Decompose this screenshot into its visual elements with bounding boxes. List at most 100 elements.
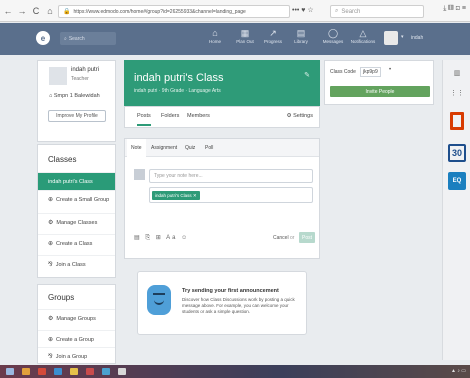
nav-library[interactable]: ▤ Library <box>286 28 316 44</box>
page-actions[interactable]: ••• ♥ ☆ <box>292 6 314 14</box>
tab-folders[interactable]: Folders <box>161 113 179 119</box>
manage-groups-label: Manage Groups <box>56 315 96 322</box>
recipient-field[interactable]: indah putri's Class ✕ <box>149 187 313 203</box>
profile-avatar[interactable] <box>49 67 67 85</box>
class-item-indah[interactable]: indah putri's Class <box>38 172 115 190</box>
user-avatar[interactable] <box>384 31 398 45</box>
home-icon: ⌂ <box>212 28 218 38</box>
cancel-button[interactable]: Cancel <box>273 235 289 241</box>
manage-classes-label: Manage Classes <box>56 219 98 226</box>
calendar-icon[interactable]: 30 <box>448 144 466 162</box>
composer-tools[interactable]: ▤ ⎘ ⊞ Aa ☺ <box>134 234 189 242</box>
create-small-group-link[interactable]: ⊕ Create a Small Group <box>38 190 115 208</box>
search-icon: ⌕ <box>64 35 67 42</box>
nav-notifications-label: Notifications <box>350 39 376 44</box>
join-class-link[interactable]: ⅋ Join a Class <box>38 255 115 273</box>
plus-circle-icon: ⊕ <box>48 197 54 203</box>
tab-posts[interactable]: Posts <box>137 113 151 126</box>
lock-icon: 🔒 <box>63 9 71 15</box>
address-bar[interactable]: 🔒 https://www.edmodo.com/home#/group?id=… <box>58 5 290 18</box>
word-icon[interactable] <box>102 368 110 375</box>
nav-notifications[interactable]: △ Notifications <box>348 28 378 44</box>
create-group-label: Create a Group <box>56 336 94 343</box>
top-navigation: e ⌕ Search ⌂ Home ▦ Plan Out ↗ Progress … <box>0 23 470 55</box>
explorer-icon[interactable] <box>22 368 30 375</box>
classes-panel: Classes indah putri's Class ⊕ Create a S… <box>37 144 116 278</box>
chevron-down-icon[interactable]: ▾ <box>401 34 404 40</box>
nav-user-name[interactable]: indah <box>411 35 423 41</box>
tab-note[interactable]: Note <box>127 139 146 157</box>
firefox-icon[interactable] <box>38 368 46 375</box>
library-icon: ▤ <box>296 28 306 38</box>
nav-home[interactable]: ⌂ Home <box>200 28 230 44</box>
post-button[interactable]: Post <box>299 232 315 243</box>
gear-icon: ⚙ <box>48 316 54 322</box>
nav-progress[interactable]: ↗ Progress <box>258 28 288 44</box>
class-code-label: Class Code <box>330 69 356 75</box>
join-group-link[interactable]: ⅋ Join a Group <box>38 347 115 365</box>
class-title: indah putri's Class <box>134 72 224 84</box>
groups-title: Groups <box>48 293 75 302</box>
nav-plan-label: Plan Out <box>236 39 254 44</box>
class-code-card: Class Code jkp9p9 • Invite People <box>324 60 434 105</box>
bubble-eyes <box>153 293 165 296</box>
progress-icon: ↗ <box>269 28 277 38</box>
nav-library-label: Library <box>294 39 308 44</box>
create-class-link[interactable]: ⊕ Create a Class <box>38 234 115 252</box>
quiz-icon[interactable]: EQ <box>448 172 466 190</box>
profile-school[interactable]: ⌂ Smpn 1 Balewidah <box>49 93 100 99</box>
app-icon[interactable] <box>86 368 94 375</box>
browser-search-placeholder: Search <box>341 8 361 15</box>
groups-panel: Groups ⚙ Manage Groups ⊕ Create a Group … <box>37 284 116 364</box>
profile-role: Teacher <box>71 76 89 82</box>
apps-icon[interactable]: ⋮⋮ <box>450 86 464 100</box>
manage-classes-link[interactable]: ⚙ Manage Classes <box>38 213 115 231</box>
chrome-icon[interactable] <box>54 368 62 375</box>
office-icon[interactable] <box>450 112 464 130</box>
tab-poll[interactable]: Poll <box>205 145 213 151</box>
bell-icon: △ <box>359 28 367 38</box>
back-button[interactable]: ← <box>2 5 14 17</box>
improve-profile-button[interactable]: Improve My Profile <box>48 110 106 122</box>
invite-people-button[interactable]: Invite People <box>330 86 430 97</box>
code-menu-icon[interactable]: • <box>389 67 391 73</box>
announcement-title: Try sending your first announcement <box>182 288 279 294</box>
home-button[interactable]: ⌂ <box>44 5 56 17</box>
class-item-label: indah putri's Class <box>48 178 93 185</box>
reload-button[interactable]: C <box>30 5 42 17</box>
folder-icon[interactable] <box>70 368 78 375</box>
edmodo-logo[interactable]: e <box>36 31 50 45</box>
window-icon[interactable]: ▥ <box>450 66 464 80</box>
profile-card: indah putri Teacher ⌂ Smpn 1 Balewidah I… <box>37 60 116 142</box>
class-code-value[interactable]: jkp9p9 <box>360 67 381 77</box>
settings-link[interactable]: ⚙ Settings <box>287 113 313 119</box>
url-text: https://www.edmodo.com/home#/group?id=26… <box>73 8 246 15</box>
or-text: or <box>290 235 295 241</box>
nav-search-input[interactable]: ⌕ Search <box>60 32 116 45</box>
nav-messages[interactable]: ◯ Messages <box>318 28 348 44</box>
system-tray[interactable]: ▲ ♪ ▭ <box>451 368 466 374</box>
create-small-group-label: Create a Small Group <box>56 196 110 203</box>
post-composer: Note Assignment Quiz Poll Type your note… <box>124 138 320 259</box>
pencil-icon[interactable]: ✎ <box>304 71 310 79</box>
join-class-label: Join a Class <box>55 261 86 268</box>
store-icon[interactable] <box>118 368 126 375</box>
recipient-chip[interactable]: indah putri's Class ✕ <box>152 191 200 200</box>
tab-quiz[interactable]: Quiz <box>185 145 195 151</box>
browser-right-icons[interactable]: ⤓ ▥ ⊡ ≡ <box>443 5 466 13</box>
create-group-link[interactable]: ⊕ Create a Group <box>38 330 115 348</box>
nav-messages-label: Messages <box>322 39 344 44</box>
manage-groups-link[interactable]: ⚙ Manage Groups <box>38 309 115 327</box>
tab-assignment[interactable]: Assignment <box>151 145 177 151</box>
composer-avatar <box>134 169 145 180</box>
tab-members[interactable]: Members <box>187 113 210 119</box>
nav-plan[interactable]: ▦ Plan Out <box>230 28 260 44</box>
nav-search-placeholder: Search <box>68 35 85 42</box>
forward-button[interactable]: → <box>16 5 28 17</box>
nav-home-label: Home <box>208 39 221 44</box>
class-tabs: Posts Folders Members ⚙ Settings <box>124 106 320 128</box>
note-input[interactable]: Type your note here... <box>149 169 313 183</box>
profile-name[interactable]: indah putri <box>71 67 99 73</box>
start-icon[interactable] <box>6 368 14 375</box>
browser-search-input[interactable]: ⌕ Search <box>330 5 424 18</box>
